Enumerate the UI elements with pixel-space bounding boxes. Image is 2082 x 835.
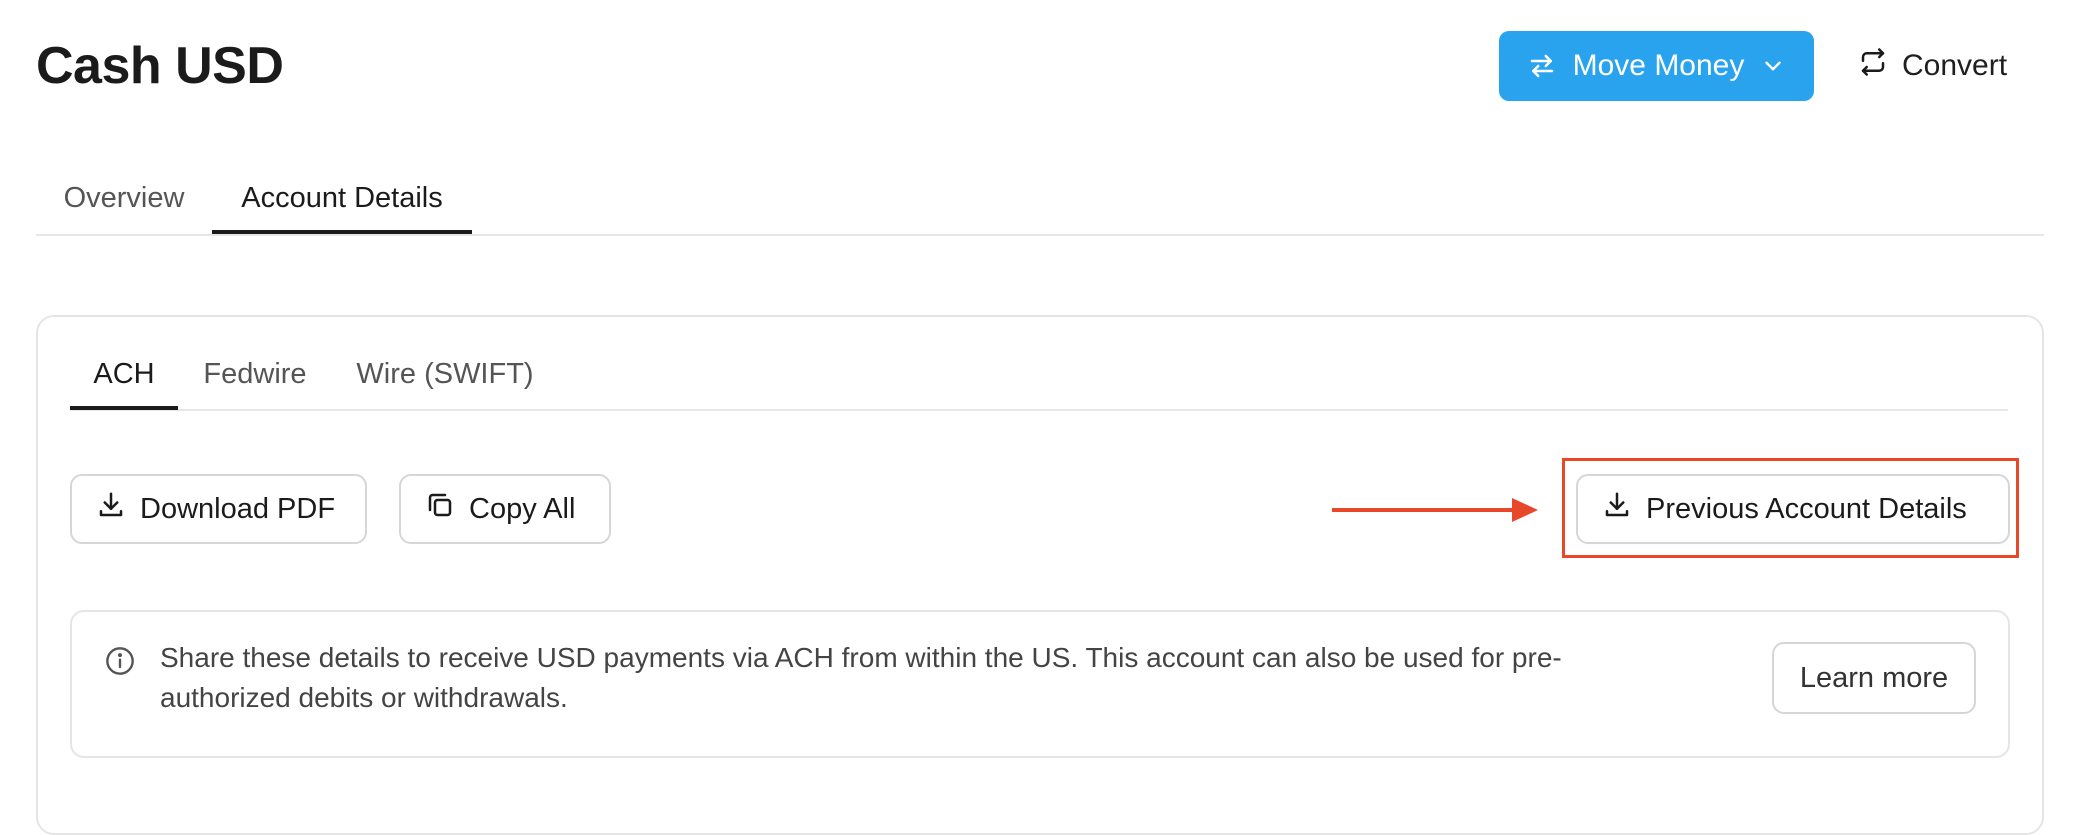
move-money-button[interactable]: Move Money <box>1499 31 1814 101</box>
info-icon <box>104 645 136 682</box>
swap-arrows-icon <box>1527 51 1557 81</box>
tab-overview[interactable]: Overview <box>36 168 212 234</box>
download-icon <box>96 490 126 528</box>
info-text: Share these details to receive USD payme… <box>160 642 1562 713</box>
transfer-type-tabs: ACH Fedwire Wire (SWIFT) <box>70 344 2008 411</box>
chevron-down-icon <box>1760 53 1786 79</box>
previous-account-details-label: Previous Account Details <box>1646 492 1967 525</box>
tab-account-details[interactable]: Account Details <box>212 168 472 234</box>
main-tabs: Overview Account Details <box>36 168 2044 236</box>
tab-ach[interactable]: ACH <box>70 344 178 410</box>
copy-all-label: Copy All <box>469 492 576 525</box>
download-icon <box>1602 490 1632 528</box>
copy-icon <box>425 490 455 528</box>
convert-label: Convert <box>1902 49 2008 82</box>
annotation-arrow-icon <box>1332 494 1542 531</box>
tab-wire-swift[interactable]: Wire (SWIFT) <box>332 344 558 410</box>
learn-more-button[interactable]: Learn more <box>1772 642 1976 714</box>
download-pdf-button[interactable]: Download PDF <box>70 474 367 544</box>
repeat-icon <box>1858 47 1888 85</box>
previous-account-details-button[interactable]: Previous Account Details <box>1576 474 2010 544</box>
download-pdf-label: Download PDF <box>140 492 336 525</box>
tab-fedwire[interactable]: Fedwire <box>178 344 332 410</box>
copy-all-button[interactable]: Copy All <box>399 474 611 544</box>
page-title: Cash USD <box>36 37 284 95</box>
convert-button[interactable]: Convert <box>1858 31 2007 101</box>
move-money-label: Move Money <box>1572 49 1745 82</box>
